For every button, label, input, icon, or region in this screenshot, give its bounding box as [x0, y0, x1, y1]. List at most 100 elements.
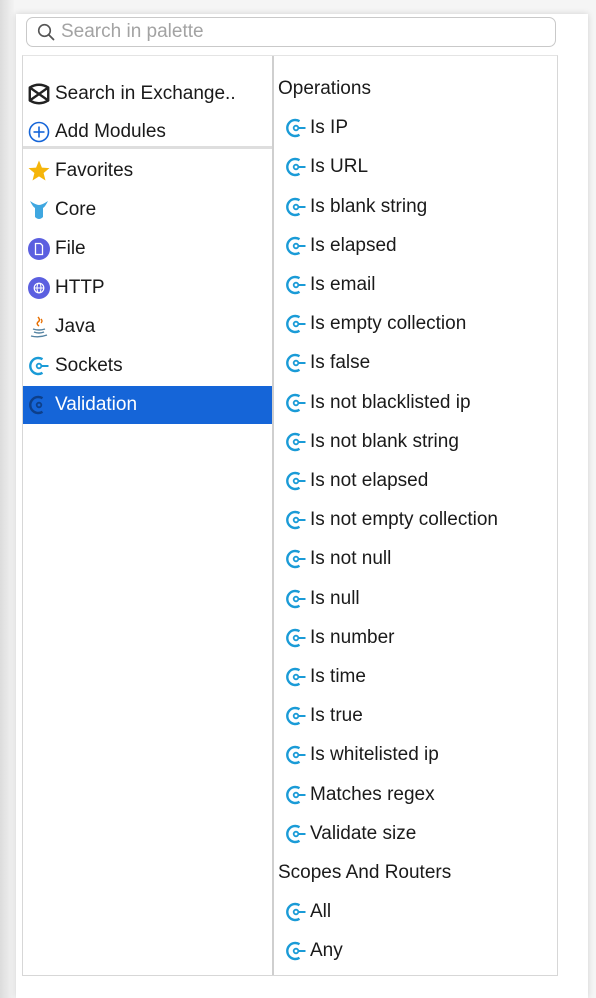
- operation-item[interactable]: Is email: [274, 266, 557, 304]
- operations-list: Operations Is IP Is URL Is blank string Is …: [274, 56, 557, 975]
- operation-item[interactable]: Is not null: [274, 540, 557, 578]
- scope-item[interactable]: All: [274, 893, 557, 931]
- operation-label: Is false: [310, 352, 371, 373]
- left-item-validation[interactable]: Validation: [23, 386, 272, 424]
- left-item-sockets[interactable]: Sockets: [23, 347, 272, 385]
- operation-item[interactable]: Is false: [274, 344, 557, 382]
- http-globe-icon: [27, 276, 51, 300]
- left-item-label: Sockets: [55, 355, 123, 376]
- operation-item[interactable]: Is true: [274, 697, 557, 735]
- section-header-operations: Operations: [278, 78, 371, 99]
- operation-label: Is not empty collection: [310, 509, 498, 530]
- operation-label: Is URL: [310, 156, 369, 177]
- left-item-favorites[interactable]: Favorites: [23, 152, 272, 190]
- operation-label: Is empty collection: [310, 313, 467, 334]
- operation-label: Is elapsed: [310, 235, 397, 256]
- connector-icon: [284, 743, 308, 767]
- left-item-label: Favorites: [55, 160, 134, 181]
- connector-icon: [284, 900, 308, 924]
- module-list: Search in Exchange.. Add Modules Favorit…: [23, 56, 272, 975]
- scope-item[interactable]: Any: [274, 932, 557, 970]
- connector-icon: [284, 273, 308, 297]
- search-input[interactable]: [59, 20, 523, 44]
- operation-label: Matches regex: [310, 784, 435, 805]
- operation-item[interactable]: Validate size: [274, 815, 557, 853]
- connector-icon: [284, 665, 308, 689]
- operation-label: Is not blacklisted ip: [310, 392, 471, 413]
- operation-item[interactable]: Is time: [274, 658, 557, 696]
- operation-label: Is true: [310, 705, 363, 726]
- operation-label: Is null: [310, 588, 360, 609]
- connector-icon: [27, 393, 51, 417]
- connector-icon: [284, 469, 308, 493]
- connector-icon: [284, 155, 308, 179]
- operation-item[interactable]: Matches regex: [274, 776, 557, 814]
- connector-icon: [284, 195, 308, 219]
- operation-label: Is number: [310, 627, 395, 648]
- operation-item[interactable]: Is IP: [274, 109, 557, 147]
- left-item-label: File: [55, 238, 86, 259]
- operation-label: Is IP: [310, 117, 349, 138]
- connector-icon: [284, 234, 308, 258]
- file-icon: [27, 237, 51, 261]
- connector-icon: [284, 391, 308, 415]
- connector-icon: [284, 704, 308, 728]
- connector-icon: [284, 116, 308, 140]
- operation-item[interactable]: Is blank string: [274, 188, 557, 226]
- connector-icon: [284, 351, 308, 375]
- connector-icon: [284, 939, 308, 963]
- operation-label: Is not elapsed: [310, 470, 429, 491]
- core-mule-icon: [27, 198, 51, 222]
- java-icon: [27, 315, 51, 339]
- left-item-label: HTTP: [55, 277, 105, 298]
- search-icon: [37, 23, 55, 41]
- operation-label: Is email: [310, 274, 376, 295]
- operation-item[interactable]: Is not blacklisted ip: [274, 384, 557, 422]
- section-header-scopes: Scopes And Routers: [278, 862, 452, 883]
- operation-label: Is blank string: [310, 196, 428, 217]
- left-item-search-exchange[interactable]: Search in Exchange..: [23, 75, 272, 113]
- left-item-label: Validation: [55, 394, 138, 415]
- left-item-file[interactable]: File: [23, 230, 272, 268]
- operation-item[interactable]: Is whitelisted ip: [274, 736, 557, 774]
- operation-item[interactable]: Is number: [274, 619, 557, 657]
- scope-label: Any: [310, 940, 343, 961]
- connector-icon: [284, 508, 308, 532]
- operation-item[interactable]: Is elapsed: [274, 227, 557, 265]
- operation-label: Is whitelisted ip: [310, 744, 439, 765]
- left-item-http[interactable]: HTTP: [23, 269, 272, 307]
- left-item-java[interactable]: Java: [23, 308, 272, 346]
- operation-label: Is not null: [310, 548, 392, 569]
- connector-icon: [284, 626, 308, 650]
- exchange-icon: [27, 82, 51, 106]
- operation-item[interactable]: Is empty collection: [274, 305, 557, 343]
- operation-item[interactable]: Is not empty collection: [274, 501, 557, 539]
- connector-icon: [284, 587, 308, 611]
- connector-icon: [284, 822, 308, 846]
- palette-body: Search in Exchange.. Add Modules Favorit…: [22, 55, 558, 976]
- left-item-core[interactable]: Core: [23, 191, 272, 229]
- operation-item[interactable]: Is null: [274, 580, 557, 618]
- connector-icon: [284, 547, 308, 571]
- window-shadow: [0, 0, 14, 998]
- add-circle-icon: [27, 120, 51, 144]
- operation-item[interactable]: Is not blank string: [274, 423, 557, 461]
- operation-label: Is not blank string: [310, 431, 459, 452]
- search-box[interactable]: [26, 17, 556, 47]
- left-item-label: Java: [55, 316, 96, 337]
- operation-label: Is time: [310, 666, 366, 687]
- operation-item[interactable]: Is not elapsed: [274, 462, 557, 500]
- left-item-label: Search in Exchange..: [55, 83, 236, 104]
- connector-icon: [284, 783, 308, 807]
- scope-label: All: [310, 901, 332, 922]
- left-item-label: Add Modules: [55, 121, 166, 142]
- window-frame: Search in Exchange.. Add Modules: [0, 0, 596, 998]
- operation-item[interactable]: Is URL: [274, 148, 557, 186]
- star-icon: [27, 159, 51, 183]
- list-separator: [23, 146, 272, 149]
- connector-icon: [284, 312, 308, 336]
- connector-icon: [284, 430, 308, 454]
- left-item-label: Core: [55, 199, 97, 220]
- operation-label: Validate size: [310, 823, 417, 844]
- connector-icon: [27, 354, 51, 378]
